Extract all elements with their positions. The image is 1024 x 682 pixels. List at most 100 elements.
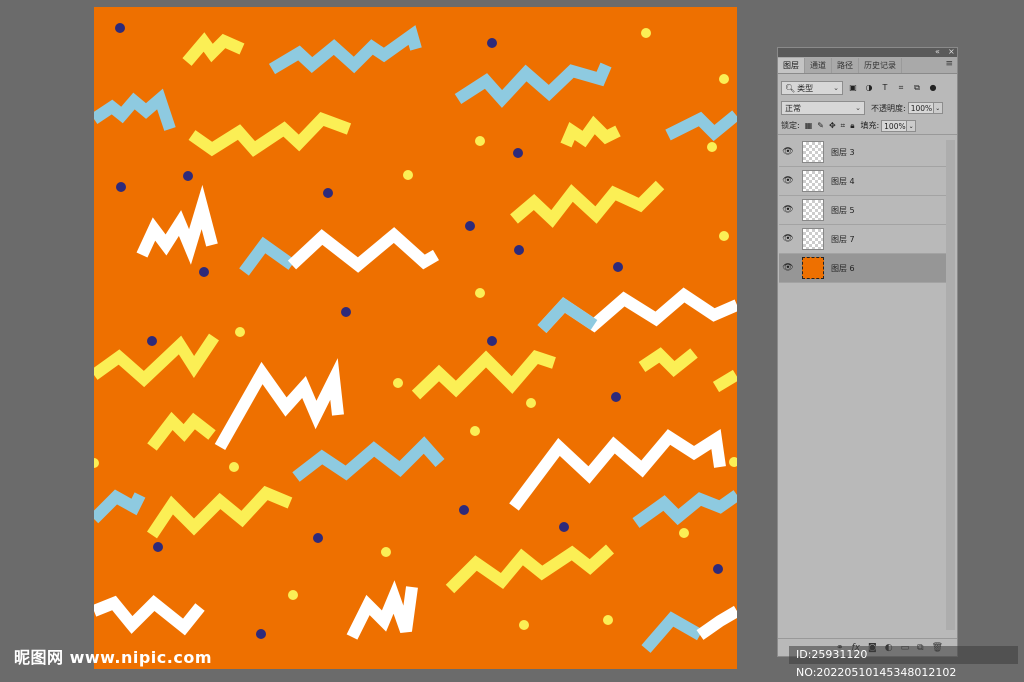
panel-title-bar[interactable]: « × bbox=[778, 47, 957, 57]
chevron-down-icon: ⌄ bbox=[855, 104, 861, 112]
yellow-dot-shape bbox=[719, 74, 729, 84]
opacity-label: 不透明度: bbox=[871, 103, 906, 113]
navy-dot-shape bbox=[613, 262, 623, 272]
lock-artboard-icon[interactable]: ⌗ bbox=[841, 121, 846, 131]
navy-dot-shape bbox=[487, 38, 497, 48]
tab-layers[interactable]: 图层 bbox=[778, 58, 805, 73]
hamburger-icon[interactable]: ≡ bbox=[945, 59, 953, 69]
layer-name: 图层 5 bbox=[831, 205, 855, 215]
yellow-dot-shape bbox=[719, 231, 729, 241]
lock-all-icon[interactable]: 🔒︎ bbox=[850, 121, 854, 131]
layer-thumbnail bbox=[802, 199, 824, 221]
yellow-dot-shape bbox=[475, 288, 485, 298]
navy-dot-shape bbox=[514, 245, 524, 255]
navy-dot-shape bbox=[459, 505, 469, 515]
lock-row: 锁定: ▦ ✎ ✥ ⌗ 🔒︎ 填充: 100% ⌄ bbox=[778, 117, 957, 135]
fill-slider-toggle[interactable]: ⌄ bbox=[907, 119, 917, 132]
navy-dot-shape bbox=[323, 188, 333, 198]
yellow-dot-shape bbox=[403, 170, 413, 180]
lock-position-icon[interactable]: ✥ bbox=[829, 121, 836, 130]
navy-dot-shape bbox=[147, 336, 157, 346]
navy-dot-shape bbox=[513, 148, 523, 158]
yellow-dot-shape bbox=[475, 136, 485, 146]
yellow-dot-shape bbox=[229, 462, 239, 472]
chevron-down-icon: ⌄ bbox=[833, 84, 839, 92]
eye-icon[interactable]: 👁︎ bbox=[779, 147, 797, 157]
navy-dot-shape bbox=[559, 522, 569, 532]
yellow-dot-shape bbox=[526, 398, 536, 408]
lock-transparency-icon[interactable]: ▦ bbox=[805, 121, 813, 130]
layer-name: 图层 6 bbox=[831, 263, 855, 273]
yellow-dot-shape bbox=[603, 615, 613, 625]
yellow-dot-shape bbox=[641, 28, 651, 38]
navy-dot-shape bbox=[199, 267, 209, 277]
yellow-zigzag-shape bbox=[638, 347, 698, 378]
navy-dot-shape bbox=[153, 542, 163, 552]
filter-smart-object-icon[interactable]: ⧉ bbox=[911, 82, 923, 94]
layer-row-selected[interactable]: 👁︎ 图层 6 bbox=[779, 254, 946, 283]
search-icon: 🔍︎ bbox=[785, 83, 796, 93]
yellow-dot-shape bbox=[519, 620, 529, 630]
blend-row: 正常 ⌄ 不透明度: 100% ⌄ bbox=[778, 99, 957, 117]
navy-dot-shape bbox=[611, 392, 621, 402]
yellow-dot-shape bbox=[679, 528, 689, 538]
close-icon[interactable]: × bbox=[948, 47, 955, 56]
filter-shape-icon[interactable]: ⌗ bbox=[895, 82, 907, 94]
opacity-slider-toggle[interactable]: ⌄ bbox=[933, 102, 943, 114]
layer-row[interactable]: 👁︎ 图层 7 bbox=[779, 225, 946, 254]
navy-dot-shape bbox=[313, 533, 323, 543]
lock-label: 锁定: bbox=[781, 121, 800, 130]
layer-row[interactable]: 👁︎ 图层 4 bbox=[779, 167, 946, 196]
layer-filter-row: 🔍︎ 类型 ⌄ ▣ ◑ T ⌗ ⧉ ● bbox=[778, 77, 957, 99]
panel-tabs: 图层 通道 路径 历史记录 ≡ bbox=[778, 57, 957, 74]
layer-name: 图层 3 bbox=[831, 147, 855, 157]
yellow-dot-shape bbox=[393, 378, 403, 388]
filter-type-icon[interactable]: T bbox=[879, 82, 891, 94]
yellow-dot-shape bbox=[707, 142, 717, 152]
layer-thumbnail bbox=[802, 228, 824, 250]
lock-image-icon[interactable]: ✎ bbox=[817, 121, 824, 130]
layer-filter-select[interactable]: 🔍︎ 类型 ⌄ bbox=[781, 81, 843, 95]
layers-panel[interactable]: « × 图层 通道 路径 历史记录 ≡ 🔍︎ 类型 ⌄ ▣ ◑ T ⌗ ⧉ ● … bbox=[777, 47, 958, 657]
layer-name: 图层 7 bbox=[831, 234, 855, 244]
eye-icon[interactable]: 👁︎ bbox=[779, 263, 797, 273]
eye-icon[interactable]: 👁︎ bbox=[779, 176, 797, 186]
navy-dot-shape bbox=[183, 171, 193, 181]
layer-row[interactable]: 👁︎ 图层 5 bbox=[779, 196, 946, 225]
navy-dot-shape bbox=[713, 564, 723, 574]
image-id-watermark: ID:25931120 NO:20220510145348012102 bbox=[789, 646, 1018, 679]
fill-label: 填充: bbox=[860, 121, 880, 130]
tab-paths[interactable]: 路径 bbox=[832, 58, 859, 73]
layer-thumbnail-fill bbox=[802, 257, 824, 279]
navy-dot-shape bbox=[341, 307, 351, 317]
filter-pixel-icon[interactable]: ▣ bbox=[847, 82, 859, 94]
navy-dot-shape bbox=[115, 23, 125, 33]
yellow-dot-shape bbox=[381, 547, 391, 557]
tab-history[interactable]: 历史记录 bbox=[859, 58, 902, 73]
pattern-artwork bbox=[94, 7, 737, 669]
eye-icon[interactable]: 👁︎ bbox=[779, 205, 797, 215]
site-watermark: 昵图网 www.nipic.com bbox=[14, 648, 212, 667]
filter-adjustment-icon[interactable]: ◑ bbox=[863, 82, 875, 94]
navy-dot-shape bbox=[256, 629, 266, 639]
blend-mode-select[interactable]: 正常 ⌄ bbox=[781, 101, 865, 115]
canvas-background bbox=[94, 7, 737, 669]
filter-toggle-icon[interactable]: ● bbox=[927, 82, 939, 94]
yellow-dot-shape bbox=[288, 590, 298, 600]
yellow-dot-shape bbox=[470, 426, 480, 436]
fill-input[interactable]: 100% bbox=[881, 119, 908, 132]
layer-thumbnail bbox=[802, 141, 824, 163]
document-canvas[interactable] bbox=[94, 7, 737, 669]
layer-row[interactable]: 👁︎ 图层 3 bbox=[779, 138, 946, 167]
layer-name: 图层 4 bbox=[831, 176, 855, 186]
layer-thumbnail bbox=[802, 170, 824, 192]
opacity-input[interactable]: 100% bbox=[907, 102, 934, 114]
navy-dot-shape bbox=[487, 336, 497, 346]
layers-scrollbar[interactable] bbox=[946, 140, 955, 630]
tab-channels[interactable]: 通道 bbox=[805, 58, 832, 73]
yellow-dot-shape bbox=[235, 327, 245, 337]
eye-icon[interactable]: 👁︎ bbox=[779, 234, 797, 244]
collapse-icon[interactable]: « bbox=[935, 47, 940, 56]
navy-dot-shape bbox=[116, 182, 126, 192]
navy-dot-shape bbox=[465, 221, 475, 231]
